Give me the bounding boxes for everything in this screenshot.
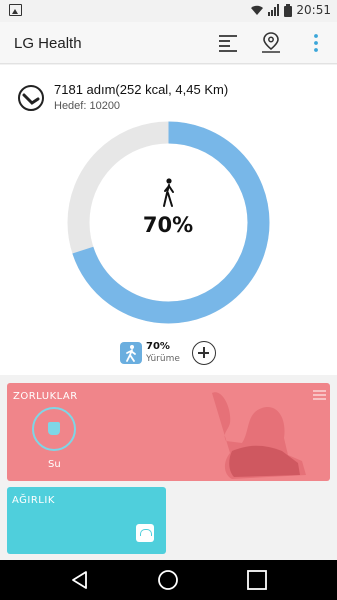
weight-title: AĞIRLIK — [12, 495, 55, 506]
status-bar: 20:51 — [0, 0, 337, 22]
battery-icon — [284, 3, 293, 17]
water-challenge-ring[interactable] — [32, 407, 76, 451]
home-icon[interactable] — [156, 568, 180, 592]
progress-percent: 70% — [142, 213, 194, 237]
wifi-icon — [251, 5, 264, 15]
gallery-icon — [9, 4, 22, 16]
weight-card[interactable]: AĞIRLIK — [7, 487, 166, 554]
location-pin-icon[interactable] — [258, 30, 284, 56]
challenges-title: ZORLUKLAR — [13, 391, 78, 402]
signal-icon — [268, 4, 280, 16]
walking-activity-icon — [120, 342, 142, 364]
back-icon[interactable] — [68, 568, 92, 592]
shoe-illustration — [212, 392, 306, 479]
recents-icon[interactable] — [245, 568, 269, 592]
water-challenge-label: Su — [48, 459, 61, 470]
activity-label: Yürüme — [146, 354, 180, 364]
goal-text: Hedef: 10200 — [54, 100, 121, 112]
add-activity-button[interactable] — [192, 341, 216, 365]
status-time: 20:51 — [296, 3, 331, 17]
app-title: LG Health — [14, 35, 82, 52]
challenges-card[interactable]: ZORLUKLAR Su — [7, 383, 330, 481]
filter-list-icon[interactable] — [215, 30, 241, 56]
walking-person-icon — [163, 178, 174, 207]
navigation-bar — [0, 560, 337, 600]
more-vert-icon[interactable] — [303, 30, 329, 56]
pedometer-icon — [18, 85, 44, 111]
activity-percent: 70% — [146, 341, 170, 352]
water-cup-icon — [48, 422, 60, 435]
scale-icon — [136, 524, 154, 542]
card-menu-icon[interactable] — [313, 390, 326, 400]
steps-text: 7181 adım(252 kcal, 4,45 Km) — [54, 82, 229, 97]
app-bar: LG Health — [0, 22, 337, 64]
